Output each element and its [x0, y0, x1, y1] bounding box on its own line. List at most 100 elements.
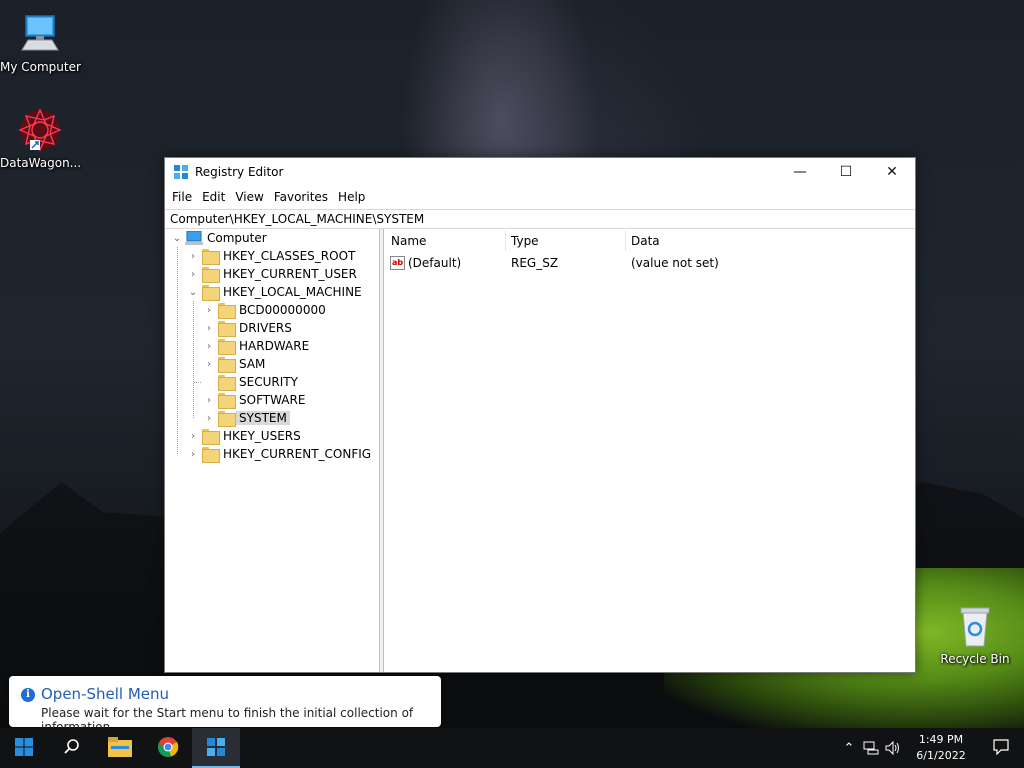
taskbar-file-explorer[interactable] [96, 728, 144, 768]
desktop-icon-recycle-bin[interactable]: Recycle Bin [935, 602, 1015, 666]
column-header-name[interactable]: Name [391, 229, 503, 253]
column-divider[interactable] [505, 231, 506, 251]
folder-icon [202, 447, 220, 463]
menu-view[interactable]: View [230, 190, 268, 204]
folder-icon [202, 429, 220, 445]
desktop-icon-my-computer[interactable]: My Computer [0, 10, 81, 74]
search-icon [63, 738, 81, 759]
search-button[interactable] [48, 728, 96, 768]
chevron-up-icon[interactable]: ⌃ [838, 728, 860, 768]
taskbar-registry-editor[interactable] [192, 728, 240, 768]
action-center-button[interactable] [978, 728, 1024, 768]
chevron-right-icon[interactable]: › [203, 391, 215, 409]
minimize-button[interactable]: — [777, 158, 823, 186]
taskbar-chrome[interactable] [144, 728, 192, 768]
folder-icon [202, 267, 220, 283]
open-shell-notification[interactable]: i Open-Shell Menu Please wait for the St… [9, 676, 441, 734]
taskbar: ⌃ 1:49 PM 6/1/2022 [0, 728, 1024, 768]
value-row-default[interactable]: ab (Default) REG_SZ (value not set) [384, 255, 915, 273]
volume-icon[interactable] [882, 728, 904, 768]
chrome-icon [157, 736, 179, 761]
computer-icon [16, 10, 64, 58]
chevron-right-icon[interactable]: › [187, 247, 199, 265]
chevron-down-icon[interactable]: ⌄ [187, 283, 199, 301]
key-tree-pane[interactable]: ⌄ Computer › HKEY_CLASSES_ROOT › HKEY_CU… [165, 229, 380, 672]
chevron-right-icon[interactable]: › [203, 301, 215, 319]
tree-node-label: HARDWARE [239, 339, 310, 353]
tree-node-label: HKEY_CURRENT_USER [223, 267, 357, 281]
tree-node-software[interactable]: › SOFTWARE [203, 391, 305, 409]
registry-editor-app-icon [205, 736, 227, 761]
start-button[interactable] [0, 728, 48, 768]
folder-icon [218, 339, 236, 355]
value-type: REG_SZ [511, 256, 559, 270]
info-icon: i [21, 688, 35, 702]
folder-icon [218, 411, 236, 427]
address-bar[interactable]: Computer\HKEY_LOCAL_MACHINE\SYSTEM [165, 209, 915, 229]
values-list-pane[interactable]: Name Type Data ab (Default) REG_SZ (valu… [384, 229, 915, 672]
desktop-icon-datawagon[interactable]: DataWagon... [0, 106, 82, 170]
tree-node-hardware[interactable]: › HARDWARE [203, 337, 309, 355]
value-name: (Default) [408, 256, 462, 270]
tree-node-drivers[interactable]: › DRIVERS [203, 319, 292, 337]
menu-help[interactable]: Help [333, 190, 370, 204]
folder-icon [218, 357, 236, 373]
column-header-label: Data [631, 234, 660, 248]
title-bar[interactable]: Registry Editor — ☐ ✕ [165, 158, 915, 186]
tree-node-sam[interactable]: › SAM [203, 355, 265, 373]
chevron-right-icon[interactable]: › [187, 427, 199, 445]
maximize-icon: ☐ [839, 164, 853, 180]
registry-editor-window[interactable]: Registry Editor — ☐ ✕ File Edit View Fav… [164, 157, 916, 673]
computer-icon [185, 230, 203, 245]
system-tray: ⌃ 1:49 PM 6/1/2022 [838, 728, 1024, 768]
tree-node-system[interactable]: › SYSTEM [203, 409, 290, 427]
window-title: Registry Editor [195, 165, 284, 179]
string-value-icon: ab [390, 256, 405, 270]
chevron-down-icon[interactable]: ⌄ [171, 229, 183, 247]
menu-file[interactable]: File [167, 190, 197, 204]
tree-node-bcd00000000[interactable]: › BCD00000000 [203, 301, 326, 319]
tree-node-hkey-local-machine[interactable]: ⌄ HKEY_LOCAL_MACHINE [187, 283, 362, 301]
column-header-type[interactable]: Type [511, 229, 623, 253]
chevron-right-icon[interactable]: › [203, 337, 215, 355]
registry-editor-app-icon [173, 164, 189, 180]
chevron-right-icon[interactable]: › [187, 265, 199, 283]
chevron-right-icon[interactable]: › [203, 355, 215, 373]
desktop-icon-label: My Computer [0, 60, 81, 74]
tree-node-hkey-users[interactable]: › HKEY_USERS [187, 427, 301, 445]
menu-favorites[interactable]: Favorites [269, 190, 333, 204]
desktop-icon-label: DataWagon... [0, 156, 82, 170]
folder-icon [202, 249, 220, 265]
maximize-button[interactable]: ☐ [823, 158, 869, 186]
tree-node-hkey-classes-root[interactable]: › HKEY_CLASSES_ROOT [187, 247, 355, 265]
clock-time: 1:49 PM [918, 733, 964, 746]
folder-icon [218, 393, 236, 409]
tree-node-hkey-current-config[interactable]: › HKEY_CURRENT_CONFIG [187, 445, 371, 463]
tree-node-label: BCD00000000 [239, 303, 326, 317]
tree-node-hkey-current-user[interactable]: › HKEY_CURRENT_USER [187, 265, 357, 283]
close-button[interactable]: ✕ [869, 158, 915, 186]
chevron-right-icon[interactable]: › [187, 445, 199, 463]
close-icon: ✕ [886, 164, 898, 180]
folder-icon [218, 321, 236, 337]
column-header-data[interactable]: Data [631, 229, 831, 253]
desktop-icon-label: Recycle Bin [940, 652, 1010, 666]
chevron-right-icon[interactable]: › [203, 319, 215, 337]
column-divider[interactable] [625, 231, 626, 251]
minimize-icon: — [793, 164, 807, 180]
tree-node-label: Computer [207, 231, 267, 245]
tree-connector [177, 247, 178, 454]
tree-connector [193, 301, 194, 418]
tree-node-label: SECURITY [239, 375, 298, 389]
file-explorer-icon [108, 736, 132, 760]
clock[interactable]: 1:49 PM 6/1/2022 [904, 732, 978, 764]
chevron-right-icon[interactable]: › [203, 409, 215, 427]
network-icon[interactable] [860, 728, 882, 768]
tree-node-computer[interactable]: ⌄ Computer [171, 229, 267, 247]
notification-title: Open-Shell Menu [41, 685, 170, 703]
menu-edit[interactable]: Edit [197, 190, 230, 204]
tree-node-label: SAM [239, 357, 266, 371]
tree-node-security[interactable]: SECURITY [203, 373, 298, 391]
tree-node-label: SOFTWARE [239, 393, 306, 407]
folder-icon [218, 375, 236, 391]
